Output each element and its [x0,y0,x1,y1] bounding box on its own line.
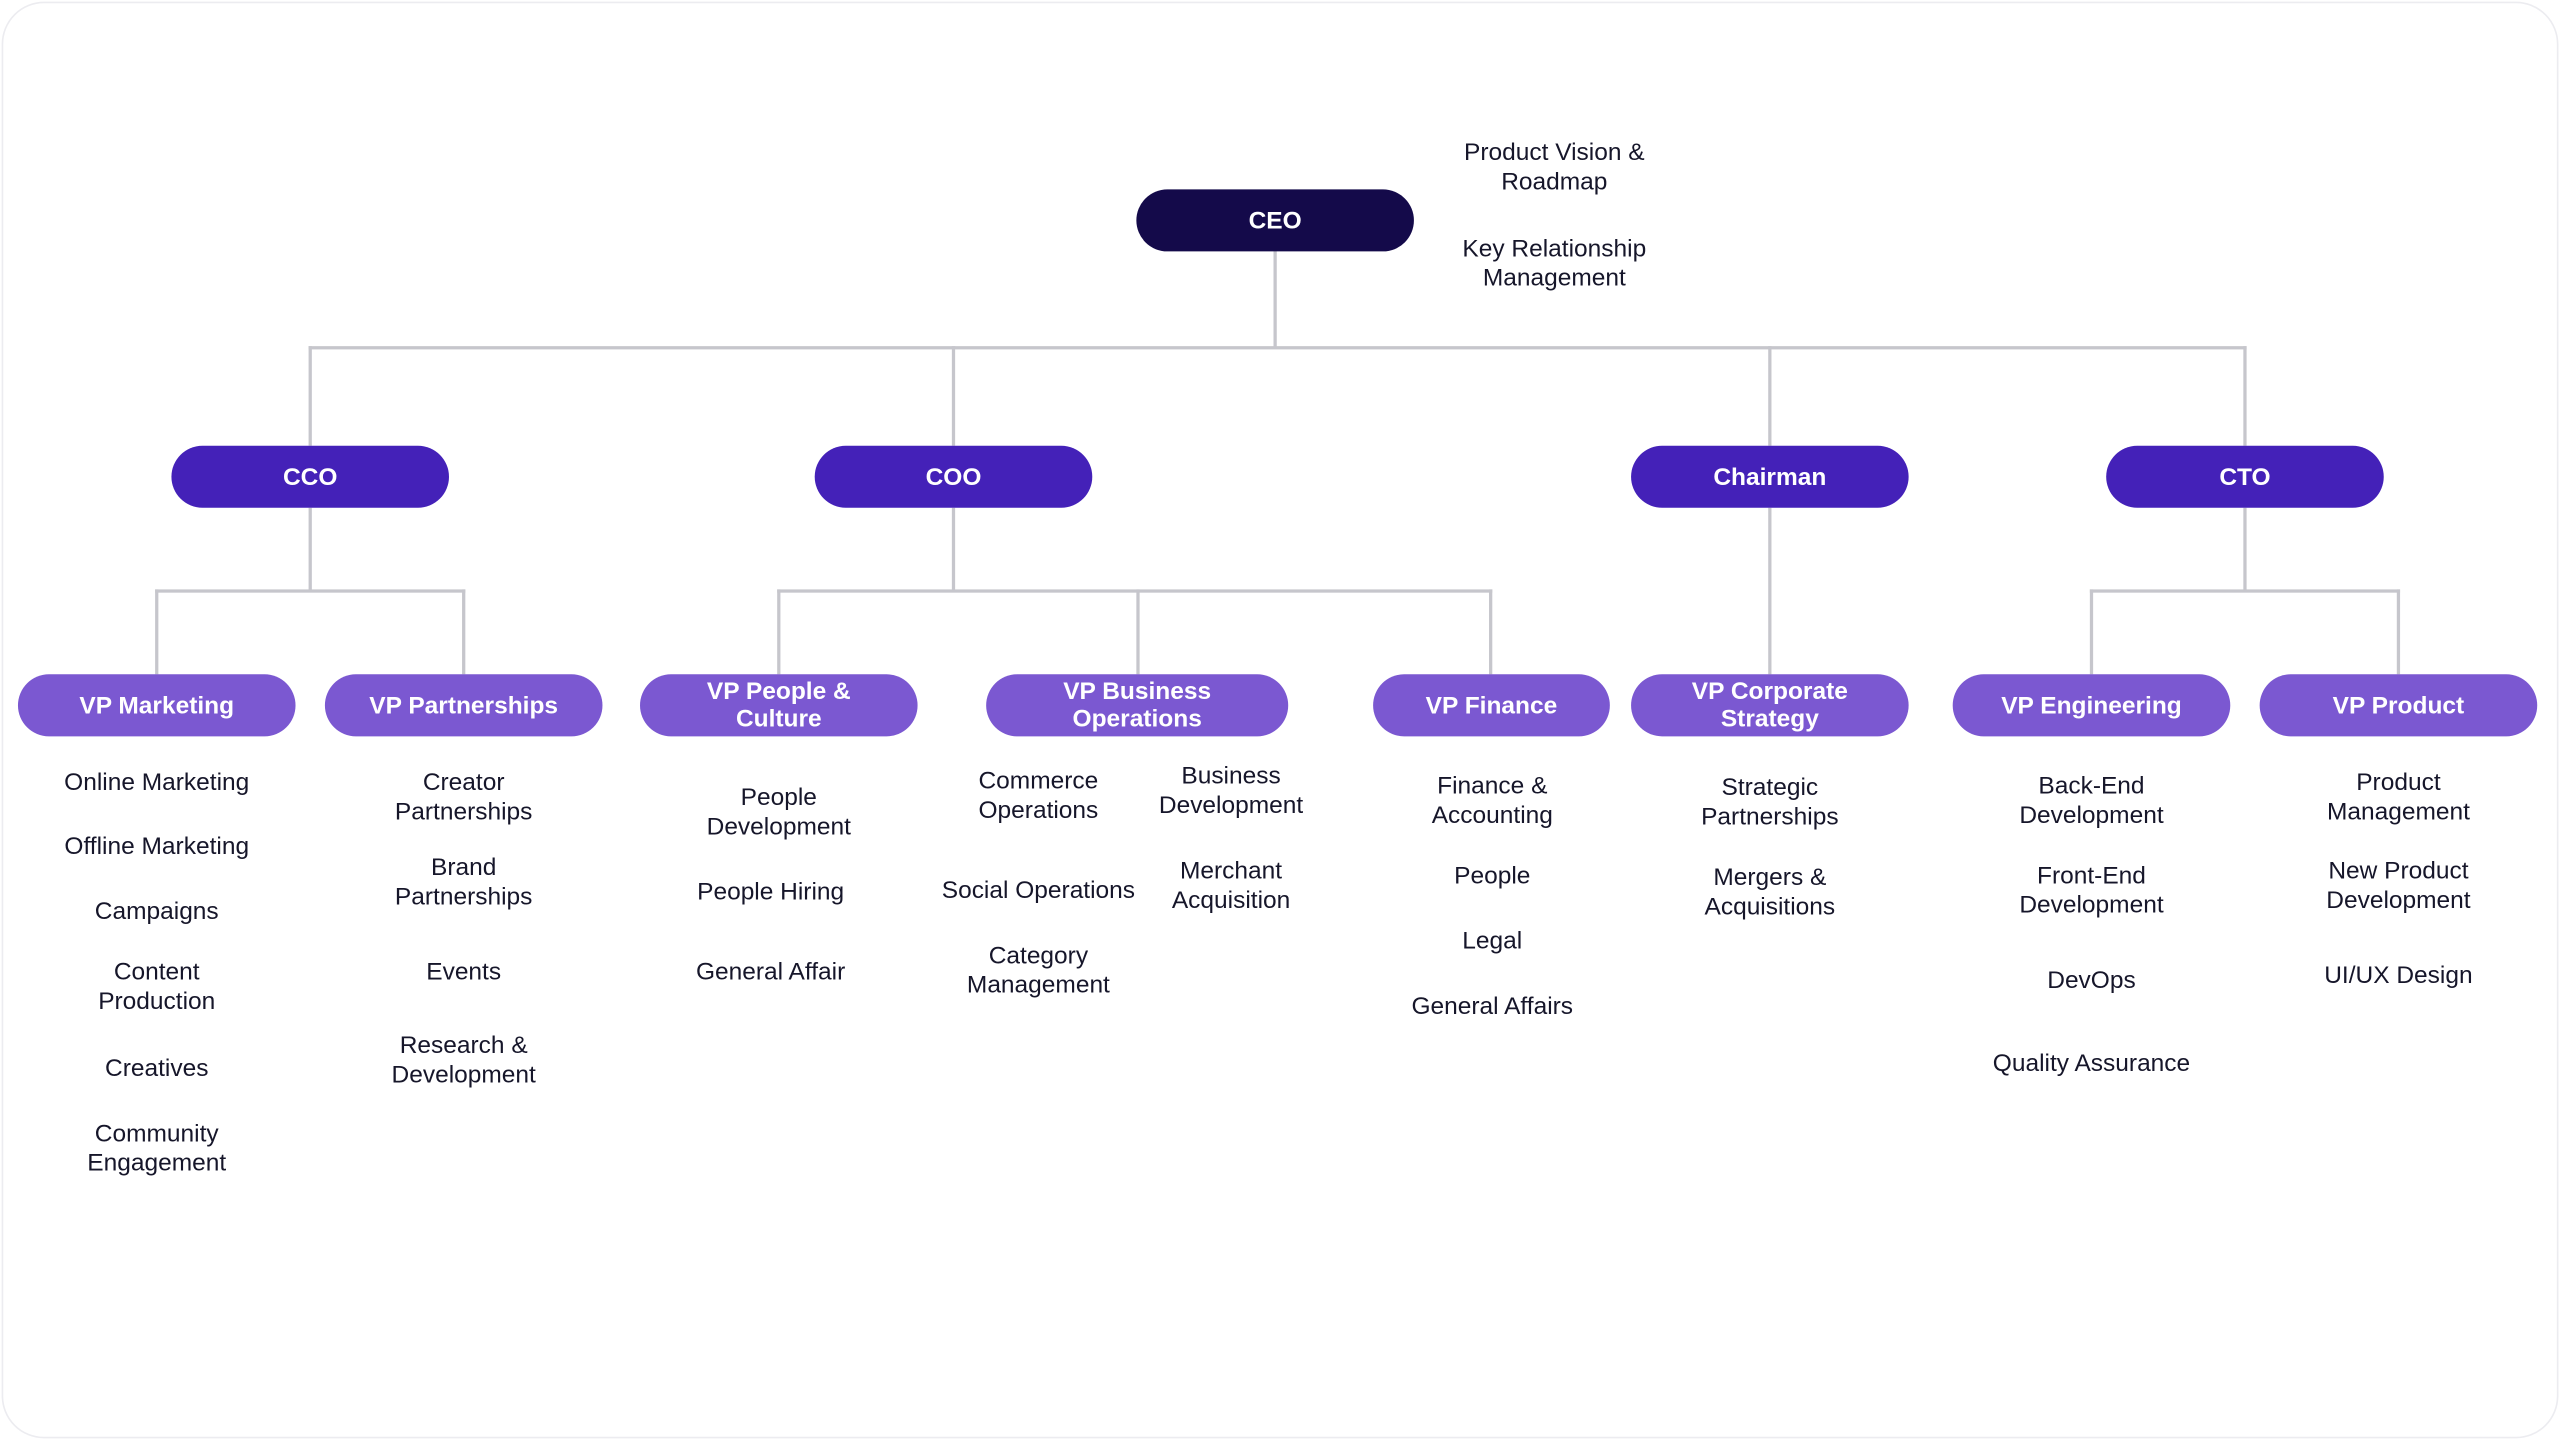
function-item: Front-End Development [2019,862,2164,920]
function-item: Strategic Partnerships [1701,773,1839,832]
function-item: Research & Development [391,1031,536,1090]
node-vp-finance[interactable]: VP Finance [1373,674,1610,737]
function-item: Legal [1462,927,1523,956]
connector [951,346,956,446]
function-item: Online Marketing [64,769,250,797]
connector [1273,249,1277,348]
function-item: Back-End Development [2019,772,2164,830]
function-item: Commerce Operations [978,767,1099,825]
connector [2089,589,2094,675]
connector [308,346,2247,350]
function-item: Events [426,958,502,987]
function-item: Content Production [98,958,216,1016]
function-item: Mergers & Acquisitions [1704,863,1836,921]
node-vp-marketing[interactable]: VP Marketing [17,674,296,737]
node-vp-business-operations[interactable]: VP Business Operations [986,674,1289,737]
connector [951,507,956,592]
node-vp-corporate-strategy[interactable]: VP Corporate Strategy [1631,674,1909,737]
function-item: Social Operations [941,876,1136,905]
connector [2089,589,2401,593]
function-item: New Product Development [2326,857,2471,915]
function-item: People Hiring [697,878,845,907]
function-item: Community Engagement [87,1120,227,1178]
connector [1768,507,1772,675]
node-coo[interactable]: COO [814,445,1093,508]
node-ceo[interactable]: CEO [1136,189,1414,252]
connector [777,589,1493,593]
function-item: Finance & Accounting [1431,772,1553,830]
node-vp-people-culture[interactable]: VP People & Culture [640,674,918,737]
function-item: Product Management [2326,769,2470,827]
function-item: UI/UX Design [2324,961,2473,990]
function-item: Creator Partnerships [394,769,533,827]
node-cco[interactable]: CCO [171,445,449,508]
function-item: Campaigns [94,897,219,926]
node-cto[interactable]: CTO [2106,445,2384,508]
connector [1768,346,1772,446]
connector [1489,589,1493,675]
function-item: Creatives [105,1054,209,1083]
connector [155,589,159,675]
ceo-responsibility: Product Vision & Roadmap [1464,138,1645,196]
node-chairman[interactable]: Chairman [1631,445,1909,508]
connector [2243,346,2247,446]
connector [308,346,312,446]
function-item: Business Development [1158,762,1304,820]
connector [462,589,466,675]
connector [308,507,312,592]
function-item: General Affair [695,958,846,987]
org-chart: CEO Product Vision & Roadmap Key Relatio… [0,0,2560,1440]
function-item: People Development [706,783,851,841]
connector [777,589,781,675]
connector [155,589,466,593]
function-item: General Affairs [1411,992,1574,1021]
function-item: Category Management [966,942,1110,1000]
connector [2243,507,2247,592]
node-vp-product[interactable]: VP Product [2259,674,2538,737]
connector [2396,589,2401,675]
node-vp-engineering[interactable]: VP Engineering [1952,674,2231,737]
function-item: DevOps [2047,966,2136,995]
connector [1136,589,1140,675]
function-item: People [1454,862,1531,890]
function-item: Merchant Acquisition [1171,857,1291,915]
node-vp-partnerships[interactable]: VP Partnerships [324,674,603,737]
ceo-responsibility: Key Relationship Management [1462,235,1647,293]
function-item: Brand Partnerships [394,853,533,912]
function-item: Quality Assurance [1992,1049,2191,1078]
function-item: Offline Marketing [64,832,250,861]
